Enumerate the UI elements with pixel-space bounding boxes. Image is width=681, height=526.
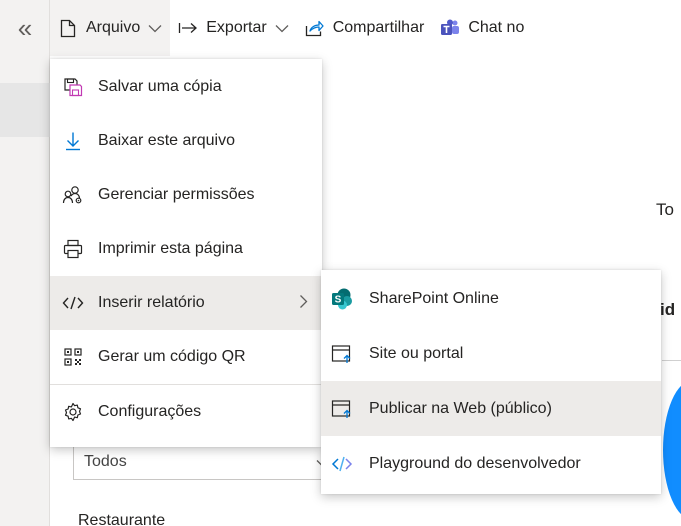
submenu-item-website-portal[interactable]: Site ou portal: [321, 326, 661, 381]
left-rail: «: [0, 0, 50, 526]
report-page: « Arquivo Exportar Compartilhar Chat no …: [0, 0, 681, 526]
code-icon: [62, 292, 84, 314]
rail-selected-item[interactable]: [0, 83, 50, 137]
teams-chat-button[interactable]: Chat no: [432, 0, 532, 56]
report-toolbar: Arquivo Exportar Compartilhar Chat no: [50, 0, 681, 56]
category-slicer-dropdown[interactable]: Todos: [73, 442, 341, 480]
menu-item-save-copy[interactable]: Salvar uma cópia: [50, 60, 322, 114]
teams-icon: [440, 18, 460, 38]
developer-playground-icon: [331, 453, 353, 475]
background-text-to: To: [656, 200, 674, 219]
menu-item-settings[interactable]: Configurações: [50, 385, 322, 439]
menu-item-print-page[interactable]: Imprimir esta página: [50, 222, 322, 276]
submenu-item-label: Site ou portal: [369, 344, 464, 362]
submenu-item-label: Playground do desenvolvedor: [369, 454, 581, 472]
menu-item-embed-report[interactable]: Inserir relatório: [50, 276, 322, 330]
background-text-id: id: [660, 300, 676, 319]
submenu-item-sharepoint-online[interactable]: S SharePoint Online: [321, 271, 661, 326]
export-menu-button[interactable]: Exportar: [170, 0, 296, 56]
file-menu: Salvar uma cópia Baixar este arquivo Ger…: [50, 59, 322, 447]
publish-web-icon: [331, 398, 353, 420]
sharepoint-icon: S: [331, 288, 353, 310]
donut-chart-edge: [663, 380, 681, 520]
chevron-right-icon: [299, 294, 308, 314]
background-divider: [662, 360, 681, 361]
submenu-item-publish-to-web[interactable]: Publicar na Web (público): [321, 381, 661, 436]
menu-item-label: Baixar este arquivo: [98, 132, 235, 149]
save-copy-icon: [62, 76, 84, 98]
collapse-pane-icon[interactable]: «: [0, 0, 50, 56]
download-icon: [62, 130, 84, 152]
menu-item-label: Configurações: [98, 403, 202, 420]
teams-chat-label: Chat no: [468, 19, 525, 36]
share-label: Compartilhar: [332, 19, 425, 36]
menu-item-label: Inserir relatório: [98, 294, 205, 311]
export-menu-label: Exportar: [206, 19, 267, 36]
menu-item-label: Gerenciar permissões: [98, 186, 255, 203]
embed-report-submenu: S SharePoint Online Site ou portal Publi…: [321, 270, 661, 494]
print-icon: [62, 238, 84, 260]
menu-item-download-file[interactable]: Baixar este arquivo: [50, 114, 322, 168]
menu-item-label: Gerar um código QR: [98, 348, 246, 365]
submenu-item-developer-playground[interactable]: Playground do desenvolvedor: [321, 436, 661, 491]
submenu-item-label: SharePoint Online: [369, 289, 499, 307]
submenu-item-label: Publicar na Web (público): [369, 399, 552, 417]
menu-item-label: Salvar uma cópia: [98, 78, 222, 95]
settings-icon: [62, 401, 84, 423]
svg-text:S: S: [335, 294, 342, 305]
manage-permissions-icon: [62, 184, 84, 206]
export-arrow-icon: [178, 18, 198, 38]
website-icon: [331, 343, 353, 365]
file-menu-label: Arquivo: [86, 19, 141, 36]
chevron-down-icon: [148, 24, 162, 33]
slicer-value: Todos: [84, 453, 127, 470]
chevron-down-icon: [275, 24, 289, 33]
qr-code-icon: [62, 346, 84, 368]
file-menu-button[interactable]: Arquivo: [50, 0, 171, 56]
menu-item-generate-qr-code[interactable]: Gerar um código QR: [50, 330, 322, 384]
menu-item-label: Imprimir esta página: [98, 240, 243, 257]
share-icon: [305, 18, 325, 38]
share-button[interactable]: Compartilhar: [297, 0, 433, 56]
menu-item-manage-permissions[interactable]: Gerenciar permissões: [50, 168, 322, 222]
background-text-restaurante: Restaurante: [78, 512, 166, 526]
document-icon: [58, 18, 78, 38]
